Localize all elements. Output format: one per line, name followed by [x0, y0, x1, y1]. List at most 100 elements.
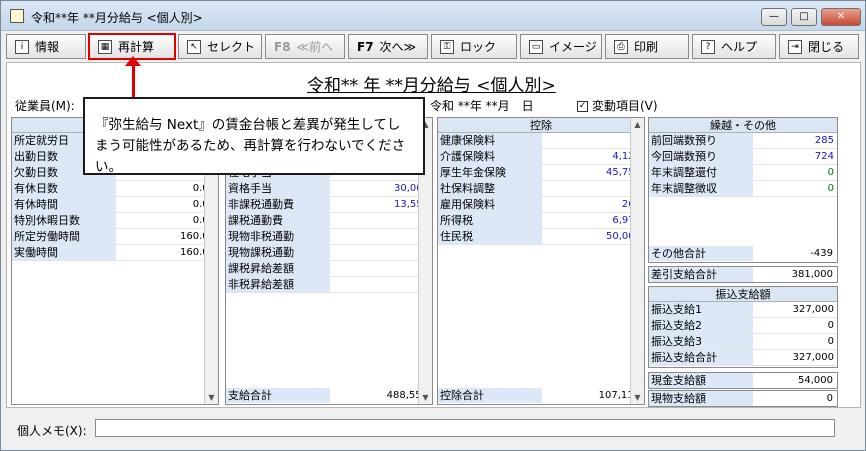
help-icon: ? [701, 39, 715, 54]
deductions-rows: 健康保険料0介護保険料4,125厚生年金保険45,750社保料調整0雇用保険料2… [438, 133, 644, 245]
print-label: 印刷 [634, 40, 659, 54]
transfer-row-value[interactable]: 0 [828, 318, 834, 333]
app-icon [10, 9, 24, 23]
adjustments-panel: 繰越・その他 前回端数預り 285 今回端数預り 724 年末調整還付 0 年末調整徴収 0 … [648, 117, 838, 263]
prev-key-label: F8 [274, 39, 291, 54]
adjustment-row-value[interactable]: 0 [828, 165, 834, 180]
employee-label: 従業員(M): [15, 99, 75, 113]
payment-row-label: 課税昇給差額 [226, 261, 330, 276]
deduction-row-label: 所得税 [438, 213, 542, 228]
payment-row-label: 資格手当 [226, 181, 330, 196]
in-kind-pay-row: 現物支給額 0 [648, 390, 838, 407]
payment-row-label: 非税昇給差額 [226, 277, 330, 292]
window-title: 令和**年 **月分給与 <個人別> [31, 11, 203, 25]
info-label: 情報 [35, 40, 60, 54]
lock-button[interactable]: ⚿ ロック [431, 34, 517, 59]
page-title: 令和** 年 **月分給与 <個人別> [307, 76, 556, 96]
monitor-icon: ▭ [529, 39, 543, 54]
cash-pay-value: 54,000 [798, 375, 833, 386]
image-button[interactable]: ▭ イメージ [520, 34, 602, 59]
attendance-row-label: 特別休暇日数 [12, 213, 116, 228]
payment-row-label: 非課税通勤費 [226, 197, 330, 212]
prev-label: ≪前へ [296, 40, 334, 54]
info-button[interactable]: i 情報 [6, 34, 86, 59]
deduction-row-label: 社保料調整 [438, 181, 542, 196]
adjustment-row-label: 年末調整還付 [649, 165, 753, 180]
select-label: セレクト [207, 40, 256, 54]
adjustment-row-label: 今回端数預り [649, 149, 753, 164]
deduction-row: 介護保険料 4,125 [438, 149, 644, 165]
deduction-row-label: 住民税 [438, 229, 542, 244]
scroll-up-icon[interactable]: ▲ [631, 118, 644, 131]
transfer-row: 振込支給2 0 [649, 318, 837, 334]
adjustment-row-value[interactable]: 724 [815, 149, 834, 164]
payment-row-label: 現物非税通勤 [226, 229, 330, 244]
next-label: 次へ≫ [379, 40, 417, 54]
deduction-row: 社保料調整0 [438, 181, 644, 197]
attendance-row-label: 実働時間 [12, 245, 116, 260]
minimize-button[interactable]: — [761, 8, 787, 26]
deduction-row-label: 厚生年金保険 [438, 165, 542, 180]
transfer-row: 振込支給1 327,000 [649, 302, 837, 318]
help-button[interactable]: ? ヘルプ [692, 34, 776, 59]
close-window-button[interactable]: ✕ [821, 8, 861, 26]
scroll-down-icon[interactable]: ▼ [205, 391, 218, 404]
payment-row: 現物課税通勤0 [226, 245, 432, 261]
in-kind-pay-inner: 現物支給額 0 [649, 391, 837, 407]
in-kind-pay-label: 現物支給額 [649, 391, 753, 406]
lock-label: ロック [460, 40, 497, 54]
variable-items-checkbox[interactable]: ✓ 変動項目(V) [577, 97, 658, 114]
next-button[interactable]: F7 次へ≫ [348, 34, 428, 59]
payroll-window: 令和**年 **月分給与 <個人別> — □ ✕ i 情報 ▦ 再計算 ↖ セレクト … [0, 0, 866, 451]
adjustment-row-value[interactable]: 285 [815, 133, 834, 148]
payment-row-label: 現物課税通勤 [226, 245, 330, 260]
scroll-down-icon[interactable]: ▼ [419, 391, 432, 404]
maximize-button[interactable]: □ [791, 8, 817, 26]
adjustment-row: 年末調整還付 0 [649, 165, 837, 181]
payments-total-row: 支給合計 488,550 [226, 388, 432, 404]
adjustment-row: 前回端数預り 285 [649, 133, 837, 149]
callout-arrow [132, 61, 135, 97]
attendance-row-label: 所定労働時間 [12, 229, 116, 244]
attendance-row: 有休日数0.00 [12, 181, 218, 197]
deduction-row: 厚生年金保険 45,750 [438, 165, 644, 181]
adjustment-row-value[interactable]: 0 [828, 181, 834, 196]
key-icon: ⚿ [440, 39, 454, 54]
variable-items-label: 変動項目(V) [592, 99, 658, 113]
transfer-row-label: 振込支給3 [649, 334, 753, 349]
prev-button[interactable]: F8 ≪前へ [265, 34, 345, 59]
net-pay-inner: 差引支給合計 381,000 [649, 267, 837, 283]
exit-icon: ⇥ [788, 39, 802, 54]
deductions-panel: 控除 健康保険料0介護保険料4,125厚生年金保険45,750社保料調整0雇用保… [437, 117, 645, 405]
deductions-header: 控除 [438, 118, 644, 133]
payment-row-label: 課税通勤費 [226, 213, 330, 228]
select-button[interactable]: ↖ セレクト [178, 34, 262, 59]
attendance-row: 特別休暇日数0.00 [12, 213, 218, 229]
memo-input[interactable] [95, 419, 835, 437]
payment-row: 課税昇給差額0 [226, 261, 432, 277]
deduction-row: 住民税 50,000 [438, 229, 644, 245]
payment-row: 資格手当 30,000 [226, 181, 432, 197]
transfer-row-value[interactable]: 327,000 [793, 350, 834, 365]
transfer-row-value[interactable]: 327,000 [793, 302, 834, 317]
print-button[interactable]: ⎙ 印刷 [605, 34, 689, 59]
scroll-down-icon[interactable]: ▼ [631, 391, 644, 404]
next-key-label: F7 [357, 39, 374, 54]
transfer-header: 振込支給額 [649, 287, 837, 302]
close-button[interactable]: ⇥ 閉じる [779, 34, 859, 59]
attendance-row: 所定労働時間 160.00 [12, 229, 218, 245]
transfer-row-value[interactable]: 0 [828, 334, 834, 349]
adjustments-rows: 前回端数預り 285 今回端数預り 724 年末調整還付 0 年末調整徴収 0 [649, 133, 837, 197]
vertical-scrollbar[interactable]: ▲▼ [630, 118, 644, 404]
payment-row: 非課税通勤費 13,550 [226, 197, 432, 213]
transfer-row: 振込支給合計 327,000 [649, 350, 837, 366]
attendance-row-label: 有休時間 [12, 197, 116, 212]
memo-label: 個人メモ(X): [17, 424, 87, 438]
deduction-row-label: 健康保険料 [438, 133, 542, 148]
close-label: 閉じる [808, 40, 845, 54]
transfer-row-label: 振込支給1 [649, 302, 753, 317]
cash-pay-inner: 現金支給額 54,000 [649, 373, 837, 389]
warning-callout: 『弥生給与 Next』の賃金台帳と差異が発生してしまう可能性があるため、再計算を… [83, 97, 425, 175]
transfer-row-label: 振込支給合計 [649, 350, 753, 365]
deduction-row: 雇用保険料266 [438, 197, 644, 213]
